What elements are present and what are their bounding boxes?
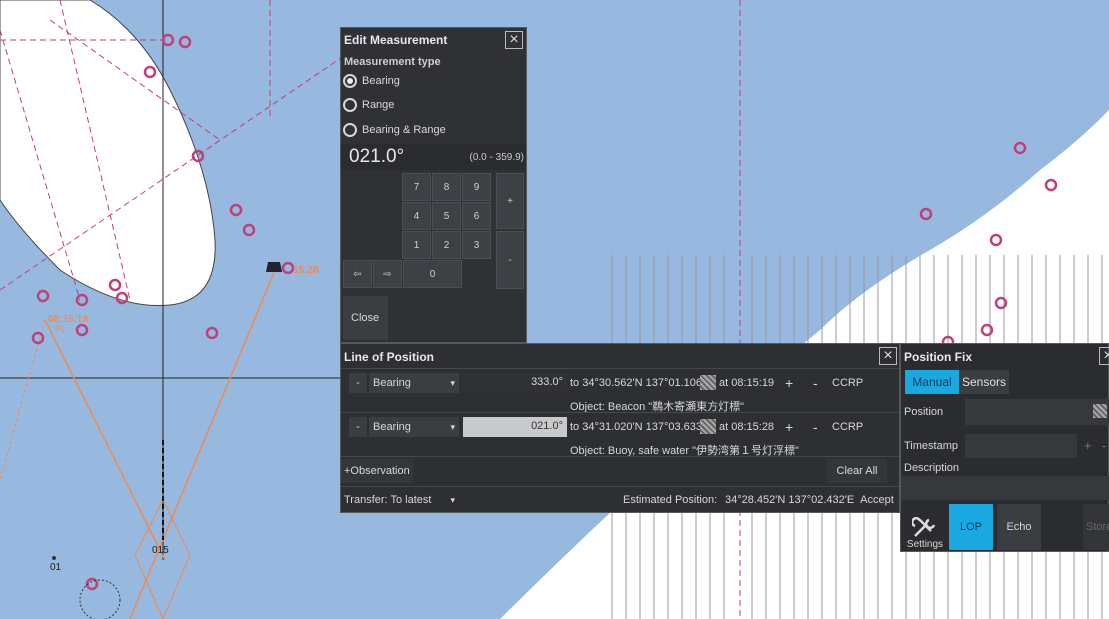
dialog-title: Edit Measurement <box>344 33 448 47</box>
estimated-position-value: 34°28.452'N 137°02.432'E <box>725 494 855 506</box>
key-0[interactable]: 0 <box>403 260 462 288</box>
select-value: Bearing <box>373 377 411 389</box>
beacon-symbol <box>266 262 282 272</box>
chart-object-icon[interactable] <box>700 419 716 434</box>
lop-mark-label: PL <box>55 324 66 334</box>
sounding-point <box>52 556 56 560</box>
key-8[interactable]: 8 <box>432 173 461 201</box>
depth-label: 015 <box>152 545 169 556</box>
edit-measurement-dialog: Edit Measurement × Measurement type Bear… <box>340 27 527 343</box>
description-input[interactable] <box>901 476 1109 500</box>
measurement-type-label: Measurement type <box>344 56 441 68</box>
time-plus-button[interactable]: + <box>785 419 793 435</box>
line-of-position-panel: Line of Position × - Bearing ▾ 333.0° to … <box>340 343 900 513</box>
key-7[interactable]: 7 <box>402 173 431 201</box>
position-label: Position <box>904 406 944 418</box>
sounding-label: 01 <box>50 562 62 573</box>
tab-manual[interactable]: Manual <box>905 370 959 394</box>
lop-time: at 08:15:19 <box>719 377 775 389</box>
radio-range[interactable]: Range <box>343 94 394 116</box>
close-icon[interactable]: × <box>1099 347 1109 365</box>
key-6[interactable]: 6 <box>462 202 491 230</box>
chart-object-icon[interactable] <box>700 375 716 390</box>
lop-value: 333.0° <box>531 376 563 388</box>
clear-all-button[interactable]: Clear All <box>827 459 887 483</box>
lop-type-select[interactable]: Bearing ▾ <box>369 373 459 393</box>
add-observation-button[interactable]: +Observation <box>341 459 413 483</box>
dropdown-arrow-icon: ▾ <box>450 377 455 388</box>
key-2[interactable]: 2 <box>432 231 461 259</box>
echo-button[interactable]: Echo <box>997 504 1041 550</box>
key-5[interactable]: 5 <box>432 202 461 230</box>
tab-sensors[interactable]: Sensors <box>959 370 1009 394</box>
key-3[interactable]: 3 <box>462 231 491 259</box>
radio-unchecked-icon <box>343 123 357 137</box>
close-icon[interactable]: × <box>879 347 897 365</box>
value-display[interactable]: 021.0° (0.0 - 359.9) <box>341 144 526 170</box>
lop-value-input[interactable]: 021.0° <box>463 417 567 437</box>
select-value: Transfer: To latest <box>344 494 432 506</box>
lop-time: at 08:15:28 <box>719 421 775 433</box>
key-minus[interactable]: - <box>496 231 524 289</box>
radio-bearing-range[interactable]: Bearing & Range <box>343 119 446 141</box>
dropdown-arrow-icon: ▾ <box>450 421 455 432</box>
select-value: Bearing <box>373 421 411 433</box>
position-fix-panel: Position Fix × Manual Sensors Position T… <box>900 343 1109 552</box>
description-label: Description <box>904 462 960 474</box>
settings-label: Settings <box>906 539 944 550</box>
time-minus-button[interactable]: - <box>813 419 818 435</box>
close-button[interactable]: Close <box>343 296 388 340</box>
store-button[interactable]: Store <box>1083 504 1109 550</box>
divider <box>341 368 899 369</box>
bearing-value: 021.0° <box>349 146 405 167</box>
estimated-position-label: Estimated Position: <box>623 494 718 506</box>
remove-row-button[interactable]: - <box>349 417 367 437</box>
accept-button[interactable]: Accept <box>855 490 899 510</box>
lop-type-select[interactable]: Bearing ▾ <box>369 417 459 437</box>
timestamp-plus-button[interactable]: + <box>1084 438 1092 453</box>
divider <box>341 486 899 487</box>
close-icon[interactable]: × <box>505 31 523 49</box>
lop-target-position: to 34°30.562'N 137°01.106'E <box>570 377 712 389</box>
cursor-right-key[interactable]: ⇨ <box>373 260 402 288</box>
divider <box>341 456 899 457</box>
radio-checked-icon <box>343 74 357 88</box>
ccrp-label: CCRP <box>832 377 864 389</box>
settings-button[interactable]: Settings <box>904 504 946 550</box>
divider <box>341 412 899 413</box>
ccrp-label: CCRP <box>832 421 864 433</box>
lop-time-label-2: 15:28 <box>293 265 319 276</box>
remove-row-button[interactable]: - <box>349 373 367 393</box>
lop-target-position: to 34°31.020'N 137°03.633'E <box>570 421 712 433</box>
radio-label: Bearing <box>362 75 400 87</box>
key-plus[interactable]: + <box>496 173 524 229</box>
cursor-left-key[interactable]: ⇦ <box>343 260 372 288</box>
transfer-select[interactable]: Transfer: To latest ▾ <box>341 490 459 510</box>
key-1[interactable]: 1 <box>402 231 431 259</box>
timestamp-label: Timestamp <box>904 440 958 452</box>
timestamp-input[interactable] <box>965 434 1077 458</box>
lop-title: Line of Position <box>344 350 434 364</box>
key-4[interactable]: 4 <box>402 202 431 230</box>
dropdown-arrow-icon: ▾ <box>450 494 455 505</box>
value-range: (0.0 - 359.9) <box>469 152 524 163</box>
radio-label: Range <box>362 99 395 111</box>
time-minus-button[interactable]: - <box>813 375 818 391</box>
position-fix-title: Position Fix <box>904 350 973 364</box>
lop-button[interactable]: LOP <box>949 504 993 550</box>
key-9[interactable]: 9 <box>462 173 491 201</box>
radio-bearing[interactable]: Bearing <box>343 70 400 92</box>
wrench-icon <box>912 517 936 537</box>
timestamp-minus-button[interactable]: - <box>1102 438 1106 453</box>
time-plus-button[interactable]: + <box>785 375 793 391</box>
lop-value-input[interactable]: 333.0° <box>463 373 567 393</box>
radio-unchecked-icon <box>343 98 357 112</box>
lop-value: 021.0° <box>531 420 563 432</box>
chart-object-icon[interactable] <box>1093 404 1107 418</box>
position-input[interactable] <box>965 399 1109 425</box>
radio-label: Bearing & Range <box>362 124 446 136</box>
